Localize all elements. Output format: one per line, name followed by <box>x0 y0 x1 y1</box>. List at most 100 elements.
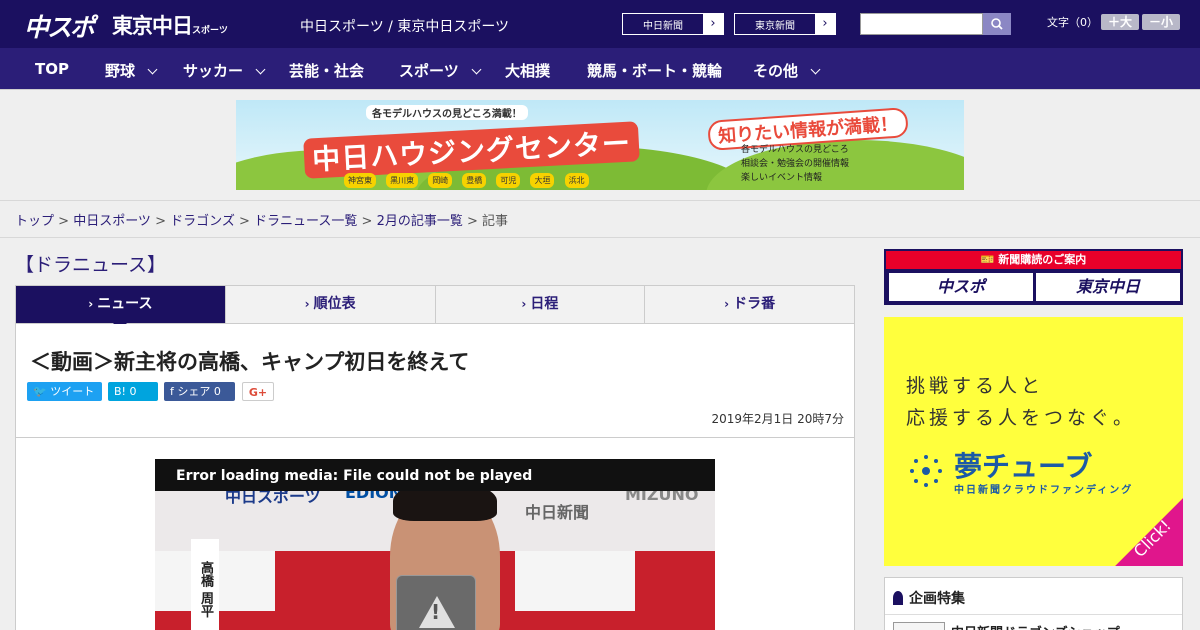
tab-label: 日程 <box>530 296 559 312</box>
nav-item-soccer[interactable]: サッカー <box>183 60 266 81</box>
chevron-down-icon <box>471 64 482 75</box>
nav-item-racing[interactable]: 競馬・ボート・競輪 <box>587 60 722 81</box>
subscription-head: 🎫 新聞購読のご案内 <box>886 251 1181 269</box>
tab-news[interactable]: › ニュース <box>16 286 226 330</box>
warning-exclamation: ! <box>431 600 441 624</box>
dots-icon <box>910 455 942 487</box>
chevron-right-icon: › <box>703 14 723 34</box>
ad-line: 挑戦する人と <box>906 375 1045 397</box>
nav-item-baseball[interactable]: 野球 <box>105 60 158 81</box>
tab-label: 順位表 <box>313 296 356 312</box>
chevron-down-icon <box>255 64 266 75</box>
nav-label: その他 <box>753 62 799 80</box>
nav-label: 競馬・ボート・競輪 <box>587 62 723 80</box>
town-badge: 可児 <box>496 173 521 188</box>
tab-standings[interactable]: › 順位表 <box>226 286 436 323</box>
nav-item-other[interactable]: その他 <box>753 60 821 81</box>
nav-item-sumo[interactable]: 大相撲 <box>505 60 550 81</box>
breadcrumb-current: 記事 <box>482 214 509 229</box>
hatena-label: B! 0 <box>114 385 137 398</box>
ad-brand: 夢チューブ <box>954 450 1093 483</box>
facebook-share-button[interactable]: f シェア 0 <box>164 382 235 401</box>
ticket-icon: 🎫 <box>980 253 995 266</box>
breadcrumb-link[interactable]: ドラゴンズ <box>170 214 235 229</box>
nav-label: 野球 <box>105 62 136 80</box>
nav-label: 芸能・社会 <box>289 62 365 80</box>
yume-tube-ad[interactable]: 挑戦する人と 応援する人をつなぐ。 夢チューブ 中日新聞クラウドファンディング … <box>884 317 1183 566</box>
tokyo-shimbun-label: 東京新聞 <box>755 21 795 32</box>
video-player[interactable]: 中日スポーツ EDION 中日新聞 MIZUNO 高橋 周平 Error loa… <box>155 459 715 630</box>
tab-dragon-reporter[interactable]: › ドラ番 <box>645 286 854 323</box>
nav-label: TOP <box>35 60 69 78</box>
feature-link[interactable]: 中日新聞ドラゴンズショップ <box>951 622 1120 630</box>
nav-label: 大相撲 <box>505 62 551 80</box>
nav-label: スポーツ <box>399 62 459 80</box>
breadcrumb: トップ > 中日スポーツ > ドラゴンズ > ドラニュース一覧 > 2月の記事一… <box>15 214 509 229</box>
breadcrumb-link[interactable]: 2月の記事一覧 <box>377 214 463 229</box>
tab-schedule[interactable]: › 日程 <box>436 286 646 323</box>
banner-info-item: 相談会・勉強会の開催情報 <box>741 159 850 169</box>
town-badge: 黒川東 <box>386 173 419 188</box>
banner-top-text: 各モデルハウスの見どころ満載！ <box>366 105 528 120</box>
facebook-icon: f <box>170 385 174 398</box>
tokyo-logo-text: 東京中日 <box>112 14 193 38</box>
font-size-label: 文字（0） <box>1047 16 1098 29</box>
angle-right-icon: › <box>724 297 730 311</box>
feature-title: 企画特集 <box>909 591 965 607</box>
chuspo-subscribe-button[interactable]: 中スポ <box>889 273 1033 301</box>
feature-thumbnail[interactable] <box>893 622 945 630</box>
backdrop-tile <box>515 551 635 611</box>
banner-info-item: 楽しいイベント情報 <box>741 173 823 183</box>
tokyo-chunichi-subscribe-button[interactable]: 東京中日 <box>1036 273 1180 301</box>
angle-right-icon: › <box>521 297 527 311</box>
breadcrumb-link[interactable]: 中日スポーツ <box>73 214 151 229</box>
backdrop-logo: 中日新聞 <box>525 503 590 522</box>
banner-towns: 神宮東 黒川東 岡崎 豊橋 可児 大垣 浜北 <box>344 168 594 188</box>
tokyo-shimbun-button[interactable]: 東京新聞 › <box>734 13 836 35</box>
search-icon <box>991 18 1003 30</box>
top-header: 中スポ 東京中日スポーツ 中日スポーツ / 東京中日スポーツ 中日新聞 › 東京… <box>0 0 1200 48</box>
search-input[interactable] <box>860 13 983 35</box>
ad-line: 応援する人をつなぐ。 <box>906 407 1137 429</box>
town-badge: 浜北 <box>564 173 589 188</box>
divider <box>0 237 1200 238</box>
tab-label: ドラ番 <box>733 296 776 312</box>
google-plus-button[interactable]: G+ <box>242 382 274 401</box>
font-larger-button[interactable]: ＋大 <box>1101 14 1139 30</box>
ad-subtitle: 中日新聞クラウドファンディング <box>954 485 1134 496</box>
section-tabs: › ニュース › 順位表 › 日程 › ドラ番 <box>15 285 855 330</box>
banner-info-item: 各モデルハウスの見どころ <box>741 145 849 155</box>
breadcrumb-link[interactable]: トップ <box>15 214 54 229</box>
nav-label: サッカー <box>183 62 244 80</box>
ribbon-icon <box>893 591 903 605</box>
tokyo-chunichi-logo[interactable]: 東京中日スポーツ <box>112 10 228 40</box>
subscription-title: 新聞購読のご案内 <box>998 253 1087 266</box>
facebook-label: シェア 0 <box>177 385 221 398</box>
town-badge: 神宮東 <box>344 173 376 188</box>
subscription-box: 🎫 新聞購読のご案内 中スポ 東京中日 <box>884 249 1183 305</box>
chevron-right-icon: › <box>815 14 835 34</box>
warning-icon: ! <box>396 575 476 630</box>
article-date: 2019年2月1日 20時7分 <box>711 412 844 426</box>
nav-item-top[interactable]: TOP <box>35 60 69 78</box>
chevron-down-icon <box>147 64 158 75</box>
main-nav: TOP 野球 サッカー 芸能・社会 スポーツ 大相撲 競馬・ボート・競輪 その他 <box>0 48 1200 89</box>
nav-item-sports[interactable]: スポーツ <box>399 60 482 81</box>
chevron-down-icon <box>810 64 821 75</box>
search-button[interactable] <box>983 13 1011 35</box>
housing-center-banner[interactable]: 各モデルハウスの見どころ満載！ 中日ハウジングセンター 知りたい情報が満載！ 各… <box>236 100 964 190</box>
tweet-button[interactable]: 🐦 ツイート <box>27 382 102 401</box>
breadcrumb-link[interactable]: ドラニュース一覧 <box>254 214 357 229</box>
divider <box>885 614 1182 615</box>
hatena-bookmark-button[interactable]: B! 0 <box>108 382 158 401</box>
chuspo-logo[interactable]: 中スポ <box>24 8 95 44</box>
chunichi-shimbun-button[interactable]: 中日新聞 › <box>622 13 724 35</box>
tab-label: ニュース <box>97 296 153 312</box>
tokyo-logo-small: スポーツ <box>192 26 228 36</box>
font-smaller-button[interactable]: －小 <box>1142 14 1180 30</box>
feature-box: 企画特集 中日新聞ドラゴンズショップ <box>884 577 1183 630</box>
town-badge: 豊橋 <box>462 173 487 188</box>
section-title: 【ドラニュース】 <box>15 254 167 276</box>
nav-item-entertainment[interactable]: 芸能・社会 <box>289 60 364 81</box>
site-title: 中日スポーツ / 東京中日スポーツ <box>300 19 510 35</box>
